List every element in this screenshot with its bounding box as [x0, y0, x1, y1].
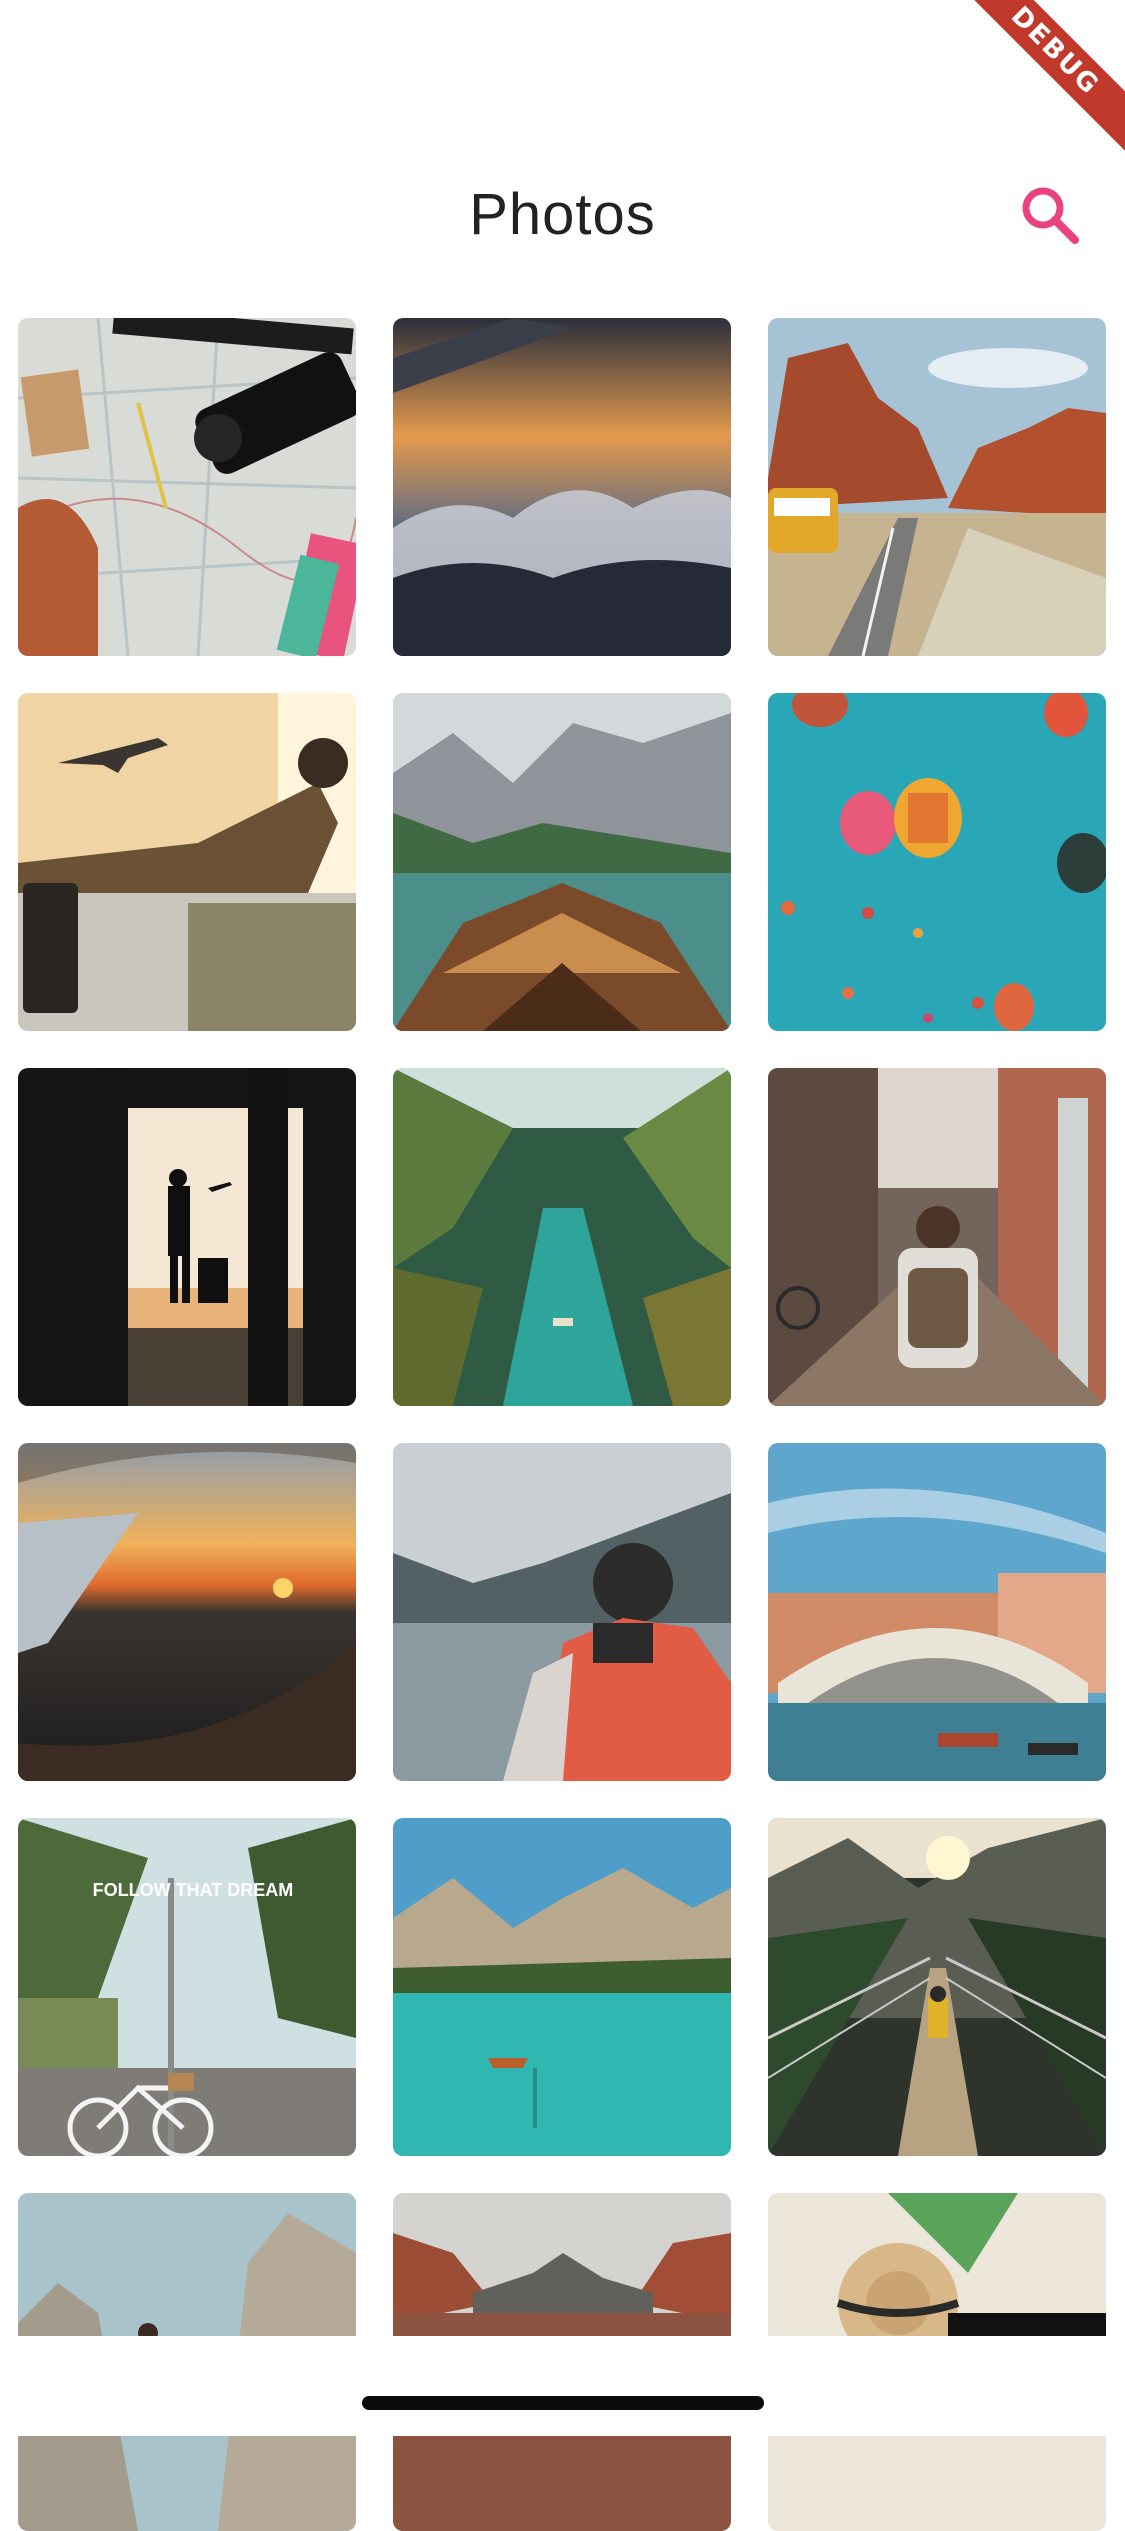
- photo-boat-lake: [393, 693, 731, 1031]
- photo-grid: FOLLOW THAT DREAM: [18, 318, 1107, 2531]
- photo-airport-traveler: [18, 693, 356, 1031]
- photo-tile[interactable]: FOLLOW THAT DREAM: [18, 1818, 356, 2156]
- photo-airport-silhouette: [18, 1068, 356, 1406]
- photo-tile[interactable]: [768, 1068, 1106, 1406]
- photo-tile[interactable]: [18, 1443, 356, 1781]
- photo-window-wing: [18, 1443, 356, 1781]
- photo-red-rocks-van: [768, 318, 1106, 656]
- photo-tile[interactable]: [393, 1068, 731, 1406]
- photo-wing-sunset: [393, 318, 731, 656]
- photo-tile[interactable]: [393, 693, 731, 1031]
- debug-label: DEBUG: [955, 0, 1125, 158]
- photo-backpacker-alley: [768, 1068, 1106, 1406]
- photo-tile[interactable]: [768, 1818, 1106, 2156]
- search-button[interactable]: [1017, 182, 1083, 248]
- search-icon: [1022, 187, 1079, 244]
- photo-tile[interactable]: [393, 1443, 731, 1781]
- photo-balloons: [768, 693, 1106, 1031]
- photo-turquoise-lake: [393, 1818, 731, 2156]
- photo-tile[interactable]: [18, 693, 356, 1031]
- photo-venice: [768, 1443, 1106, 1781]
- street-sign-text: FOLLOW THAT DREAM: [93, 1880, 294, 1900]
- photo-palm-river: [393, 1068, 731, 1406]
- photo-tile[interactable]: [768, 693, 1106, 1031]
- photo-hiker-lake: [393, 1443, 731, 1781]
- page-title: Photos: [469, 182, 656, 247]
- app-header: Photos: [0, 170, 1125, 260]
- home-indicator: [362, 2396, 764, 2410]
- photo-suspension-bridge: [768, 1818, 1106, 2156]
- photo-tile[interactable]: [393, 1818, 731, 2156]
- photo-tile[interactable]: [18, 318, 356, 656]
- bottom-safe-area: [0, 2336, 1125, 2436]
- photo-tile[interactable]: [18, 1068, 356, 1406]
- debug-banner: DEBUG: [955, 0, 1125, 170]
- photo-tile[interactable]: [768, 318, 1106, 656]
- photo-map-camera: [18, 318, 356, 656]
- photo-tile[interactable]: [768, 1443, 1106, 1781]
- photo-tile[interactable]: [393, 318, 731, 656]
- photo-follow-that-dream: FOLLOW THAT DREAM: [18, 1818, 356, 2156]
